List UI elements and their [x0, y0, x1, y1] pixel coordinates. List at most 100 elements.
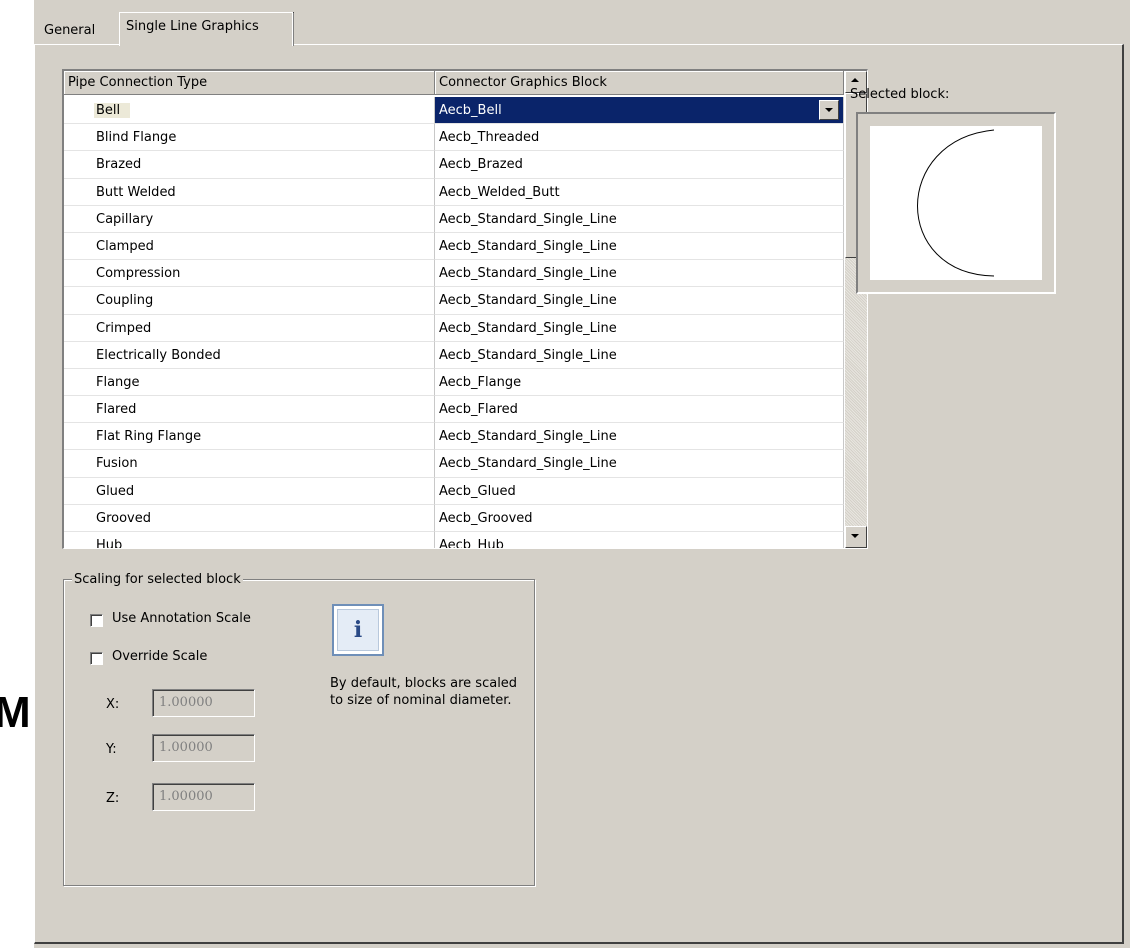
pipe-connection-type-text: Hub	[96, 538, 123, 549]
table-row[interactable]: Glued Aecb_Glued	[64, 477, 844, 505]
use-annotation-scale-checkbox[interactable]	[90, 614, 103, 627]
pipe-connection-type-text: Coupling	[96, 293, 154, 309]
table-row[interactable]: Flange Aecb_Flange	[64, 368, 844, 397]
connector-graphics-block-text: Aecb_Welded_Butt	[439, 184, 560, 200]
pipe-connection-type-cell[interactable]: Glued	[64, 477, 435, 505]
pipe-connection-type-cell[interactable]: Coupling	[64, 287, 435, 315]
pipe-connection-type-text: Flared	[96, 402, 137, 418]
connector-graphics-block-cell[interactable]: Aecb_Flared	[435, 396, 844, 424]
preview-canvas	[870, 126, 1042, 280]
table-row[interactable]: Bell Aecb_Bell	[64, 97, 844, 125]
pipe-connection-type-cell[interactable]: Compression	[64, 260, 435, 288]
connector-graphics-block-cell[interactable]: Aecb_Standard_Single_Line	[435, 232, 844, 261]
table-row[interactable]: Grooved Aecb_Grooved	[64, 504, 844, 532]
pipe-connection-type-cell[interactable]: Fusion	[64, 450, 435, 478]
connector-graphics-block-text: Aecb_Brazed	[439, 157, 523, 173]
connector-graphics-block-cell[interactable]: Aecb_Hub	[435, 532, 844, 548]
table-row[interactable]: Flat Ring Flange Aecb_Standard_Single_Lin…	[64, 423, 844, 451]
pipe-connection-type-text: Glued	[96, 483, 135, 499]
pipe-connection-type-cell[interactable]: Crimped	[64, 314, 435, 342]
pipe-connection-type-text: Brazed	[96, 157, 142, 173]
pipe-connection-type-text: Crimped	[96, 320, 152, 336]
connector-graphics-block-text: Aecb_Standard_Single_Line	[439, 347, 617, 363]
connector-graphics-block-cell[interactable]: Aecb_Standard_Single_Line	[435, 314, 844, 342]
table-row[interactable]: Flared Aecb_Flared	[64, 396, 844, 424]
info-icon-glyph: i	[353, 617, 363, 643]
tab-single-line-graphics[interactable]: Single Line Graphics	[119, 12, 294, 46]
connector-graphics-block-cell[interactable]: Aecb_Standard_Single_Line	[435, 287, 844, 315]
z-scale-field[interactable]: 1.00000	[152, 783, 255, 811]
column-header-pipe-connection-type[interactable]: Pipe Connection Type	[64, 71, 435, 95]
x-scale-field[interactable]: 1.00000	[152, 689, 255, 717]
bell-arc-graphic	[917, 129, 995, 277]
pipe-connection-type-text: Flat Ring Flange	[96, 429, 202, 445]
connector-graphics-block-text: Aecb_Bell	[439, 103, 502, 118]
y-label: Y:	[106, 742, 117, 757]
pipe-connection-type-cell[interactable]: Brazed	[64, 151, 435, 179]
connector-graphics-block-text: Aecb_Flared	[439, 402, 518, 418]
connector-graphics-block-cell[interactable]: Aecb_Grooved	[435, 504, 844, 532]
connector-graphics-block-text: Aecb_Threaded	[439, 130, 540, 146]
pipe-connection-type-cell[interactable]: Hub	[64, 532, 435, 549]
pipe-connection-type-cell[interactable]: Clamped	[64, 232, 435, 261]
y-scale-field[interactable]: 1.00000	[152, 734, 255, 762]
dialog-panel: General Single Line Graphics Pipe Connec…	[34, 0, 1130, 948]
pipe-connection-type-cell[interactable]: Capillary	[64, 205, 435, 233]
table-row[interactable]: Butt Welded Aecb_Welded_Butt	[64, 178, 844, 206]
connector-graphics-block-cell[interactable]: Aecb_Welded_Butt	[435, 178, 844, 206]
table-row[interactable]: Coupling Aecb_Standard_Single_Line	[64, 287, 844, 315]
tab-general[interactable]: General	[38, 18, 101, 44]
connector-graphics-block-cell[interactable]: Aecb_Brazed	[435, 151, 844, 179]
table-row[interactable]: Capillary Aecb_Standard_Single_Line	[64, 205, 844, 233]
arrow-down-icon	[851, 534, 859, 538]
table-row[interactable]: Clamped Aecb_Standard_Single_Line	[64, 232, 844, 261]
connector-graphics-block-text: Aecb_Grooved	[439, 510, 533, 526]
connector-graphics-block-cell[interactable]: Aecb_Standard_Single_Line	[435, 205, 844, 233]
pipe-connection-type-text: Fusion	[96, 456, 138, 472]
connector-graphics-block-cell[interactable]: Aecb_Threaded	[435, 124, 844, 152]
pipe-connection-type-text: Flange	[96, 374, 140, 390]
scroll-down-button[interactable]	[845, 526, 867, 548]
connector-graphics-block-cell[interactable]: Aecb_Standard_Single_Line	[435, 450, 844, 478]
pipe-connection-type-cell[interactable]: Flared	[64, 396, 435, 424]
table-row[interactable]: Compression Aecb_Standard_Single_Line	[64, 260, 844, 288]
column-header-connector-graphics-block[interactable]: Connector Graphics Block	[435, 71, 844, 95]
pipe-connection-type-text: Compression	[96, 266, 181, 282]
grid-rows: Bell Aecb_Bell Blind Flange Aecb_Threaded Br…	[64, 97, 844, 549]
table-row[interactable]: Brazed Aecb_Brazed	[64, 151, 844, 179]
table-row[interactable]: Crimped Aecb_Standard_Single_Line	[64, 314, 844, 342]
connector-graphics-block-cell[interactable]: Aecb_Flange	[435, 368, 844, 397]
connector-graphics-block-cell[interactable]: Aecb_Standard_Single_Line	[435, 341, 844, 369]
pipe-connection-type-cell[interactable]: Flange	[64, 368, 435, 397]
connector-graphics-block-text: Aecb_Standard_Single_Line	[439, 211, 617, 227]
pipe-connection-type-text: Blind Flange	[96, 130, 177, 146]
pipe-connection-type-cell[interactable]: Grooved	[64, 504, 435, 532]
connector-graphics-block-text: Aecb_Standard_Single_Line	[439, 456, 617, 472]
pipe-connection-type-text: Electrically Bonded	[96, 347, 221, 363]
pipe-connection-type-cell[interactable]: Butt Welded	[64, 178, 435, 206]
override-scale-label[interactable]: Override Scale	[112, 649, 207, 664]
pipe-connection-type-cell[interactable]: Electrically Bonded	[64, 341, 435, 369]
table-row[interactable]: Fusion Aecb_Standard_Single_Line	[64, 450, 844, 478]
pipe-connection-type-cell[interactable]: Bell	[64, 97, 435, 125]
info-icon: i	[332, 604, 384, 656]
connector-graphics-block-cell[interactable]: Aecb_Standard_Single_Line	[435, 260, 844, 288]
connection-grid[interactable]: Pipe Connection Type Connector Graphics …	[62, 69, 868, 549]
grid-header: Pipe Connection Type Connector Graphics …	[64, 71, 844, 95]
pipe-connection-type-cell[interactable]: Flat Ring Flange	[64, 423, 435, 451]
z-label: Z:	[106, 791, 120, 806]
block-dropdown-button[interactable]	[819, 100, 839, 120]
connector-graphics-block-cell[interactable]: Aecb_Glued	[435, 477, 844, 505]
override-scale-checkbox[interactable]	[90, 652, 103, 665]
connector-graphics-block-text: Aecb_Standard_Single_Line	[439, 429, 617, 445]
pipe-connection-type-cell[interactable]: Blind Flange	[64, 124, 435, 152]
connector-graphics-block-cell[interactable]: Aecb_Bell	[435, 97, 844, 125]
info-text: By default, blocks are scaled to size of…	[330, 676, 518, 708]
table-row[interactable]: Electrically Bonded Aecb_Standard_Single_…	[64, 341, 844, 369]
table-row[interactable]: Hub Aecb_Hub	[64, 532, 844, 549]
table-row[interactable]: Blind Flange Aecb_Threaded	[64, 124, 844, 152]
scaling-group-title: Scaling for selected block	[72, 572, 243, 587]
connector-graphics-block-cell[interactable]: Aecb_Standard_Single_Line	[435, 423, 844, 451]
connector-graphics-block-text: Aecb_Standard_Single_Line	[439, 238, 617, 254]
use-annotation-scale-label[interactable]: Use Annotation Scale	[112, 611, 251, 626]
